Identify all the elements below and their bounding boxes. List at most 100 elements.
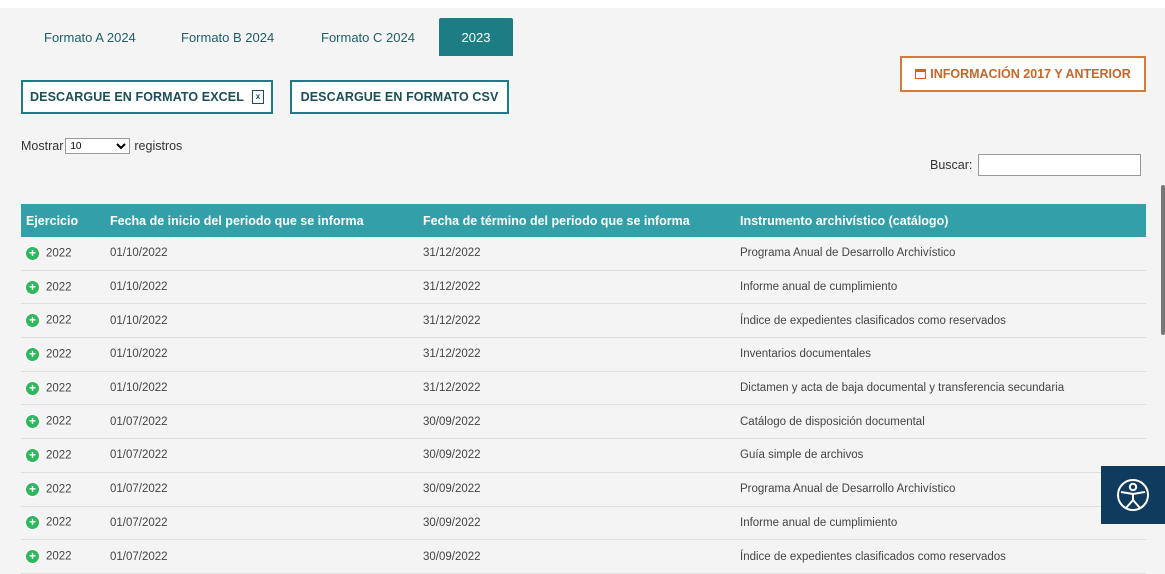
cell-fecha-inicio: 01/07/2022 [110, 404, 423, 440]
download-csv-button[interactable]: DESCARGUE EN FORMATO CSV [290, 80, 509, 114]
table-row[interactable]: +2022 01/10/2022 31/12/2022 Informe anual d… [21, 270, 1146, 305]
cell-instrumento: Guía simple de archivos [740, 438, 1146, 473]
table-row[interactable]: +2022 01/07/2022 30/09/2022 Informe anual d… [21, 506, 1146, 541]
header-fecha-inicio[interactable]: Fecha de inicio del periodo que se infor… [110, 204, 423, 237]
cell-text: 31/12/2022 [423, 314, 481, 327]
download-excel-label: DESCARGUE EN FORMATO EXCEL [30, 90, 244, 104]
expand-plus-icon[interactable]: + [26, 246, 39, 260]
cell-fecha-termino: 31/12/2022 [423, 270, 740, 305]
page-scrollbar[interactable] [1161, 185, 1165, 335]
cell-text: 01/07/2022 [110, 449, 168, 462]
cell-text: 31/12/2022 [423, 281, 481, 294]
expand-plus-icon[interactable]: + [26, 550, 39, 564]
cell-instrumento: Programa Anual de Desarrollo Archivístic… [740, 472, 1146, 507]
page-length-select[interactable]: 10 [65, 138, 131, 154]
expand-plus-icon[interactable]: + [26, 516, 39, 530]
cell-text: 30/09/2022 [423, 449, 481, 462]
table-row[interactable]: +2022 01/10/2022 31/12/2022 Índice de exped… [21, 303, 1146, 339]
search-control: Buscar: [930, 154, 1142, 176]
cell-text: 30/09/2022 [423, 415, 481, 428]
calendar-icon [915, 69, 927, 79]
cell-text: Dictamen y acta de baja documental y tra… [740, 382, 1065, 395]
table-row[interactable]: +2022 01/10/2022 31/12/2022 Inventarios doc… [21, 337, 1146, 372]
cell-fecha-inicio: 01/10/2022 [110, 371, 423, 406]
cell-text: 01/07/2022 [110, 516, 168, 529]
cell-text: 2022 [46, 247, 72, 260]
tab-2023[interactable]: 2023 [439, 18, 513, 56]
expand-plus-icon[interactable]: + [26, 347, 39, 361]
search-input[interactable] [978, 154, 1142, 176]
cell-text: 2022 [46, 449, 72, 462]
cell-text: Índice de expedientes clasificados como … [740, 550, 1006, 563]
cell-fecha-inicio: 01/07/2022 [110, 506, 423, 541]
cell-ejercicio: +2022 [21, 303, 110, 339]
cell-text: Inventarios documentales [740, 348, 872, 361]
expand-plus-icon[interactable]: + [26, 381, 39, 395]
tab-formato-a-2024[interactable]: Formato A 2024 [22, 18, 159, 56]
cell-text: Programa Anual de Desarrollo Archivístic… [740, 247, 956, 260]
cell-text: 30/09/2022 [423, 483, 481, 496]
cell-fecha-termino: 30/09/2022 [423, 506, 740, 541]
cell-ejercicio: +2022 [21, 337, 110, 372]
download-csv-label: DESCARGUE EN FORMATO CSV [300, 90, 499, 104]
cell-ejercicio: +2022 [21, 472, 110, 507]
table-row[interactable]: +2022 01/07/2022 30/09/2022 Catálogo de dis… [21, 404, 1146, 440]
table-row[interactable]: +2022 01/10/2022 31/12/2022 Programa Anual … [21, 237, 1146, 271]
expand-plus-icon[interactable]: + [26, 448, 39, 462]
cell-fecha-inicio: 01/10/2022 [110, 303, 423, 339]
records-table: Ejercicio Fecha de inicio del periodo qu… [21, 204, 1146, 574]
cell-text: 2022 [46, 415, 72, 428]
cell-text: 31/12/2022 [423, 247, 481, 260]
cell-ejercicio: +2022 [21, 539, 110, 574]
cell-text: Catálogo de disposición documental [740, 415, 925, 428]
cell-ejercicio: +2022 [21, 237, 110, 271]
cell-instrumento: Informe anual de cumplimiento [740, 506, 1146, 541]
header-fecha-termino[interactable]: Fecha de término del periodo que se info… [423, 204, 740, 237]
cell-text: 01/10/2022 [110, 247, 168, 260]
length-prefix: Mostrar [21, 139, 64, 153]
table-row[interactable]: +2022 01/07/2022 30/09/2022 Guía simple de … [21, 438, 1146, 473]
cell-fecha-inicio: 01/10/2022 [110, 237, 423, 271]
cell-fecha-termino: 30/09/2022 [423, 539, 740, 574]
cell-text: 01/10/2022 [110, 281, 168, 294]
cell-text: Guía simple de archivos [740, 449, 864, 462]
length-suffix: registros [134, 139, 183, 153]
table-header-row: Ejercicio Fecha de inicio del periodo qu… [21, 204, 1146, 237]
cell-text: 2022 [46, 314, 72, 327]
cell-fecha-termino: 30/09/2022 [423, 438, 740, 473]
cell-fecha-inicio: 01/07/2022 [110, 539, 423, 574]
header-ejercicio[interactable]: Ejercicio [21, 204, 110, 237]
accessibility-icon [1117, 479, 1149, 511]
cell-text: 2022 [46, 516, 72, 529]
table-row[interactable]: +2022 01/10/2022 31/12/2022 Dictamen y acta… [21, 371, 1146, 406]
tab-formato-b-2024[interactable]: Formato B 2024 [159, 18, 299, 56]
cell-text: Informe anual de cumplimiento [740, 516, 898, 529]
search-label: Buscar: [930, 158, 973, 172]
table-row[interactable]: +2022 01/07/2022 30/09/2022 Programa Anual … [21, 472, 1146, 507]
header-instrumento[interactable]: Instrumento archivístico (catálogo) [740, 204, 1146, 237]
accessibility-button[interactable] [1101, 466, 1165, 524]
expand-plus-icon[interactable]: + [26, 314, 39, 328]
table-row[interactable]: +2022 01/07/2022 30/09/2022 Índice de exped… [21, 539, 1146, 574]
tab-formato-c-2024[interactable]: Formato C 2024 [299, 18, 439, 56]
cell-text: 2022 [46, 281, 72, 294]
cell-text: 01/07/2022 [110, 415, 168, 428]
cell-text: 30/09/2022 [423, 550, 481, 563]
top-strip [0, 0, 1165, 8]
cell-instrumento: Informe anual de cumplimiento [740, 270, 1146, 305]
cell-text: 01/07/2022 [110, 483, 168, 496]
cell-fecha-inicio: 01/07/2022 [110, 472, 423, 507]
download-excel-button[interactable]: DESCARGUE EN FORMATO EXCEL x [21, 80, 273, 114]
cell-instrumento: Índice de expedientes clasificados como … [740, 539, 1146, 574]
cell-fecha-inicio: 01/10/2022 [110, 337, 423, 372]
cell-instrumento: Dictamen y acta de baja documental y tra… [740, 371, 1146, 406]
cell-text: 2022 [46, 550, 72, 563]
cell-ejercicio: +2022 [21, 404, 110, 440]
expand-plus-icon[interactable]: + [26, 482, 39, 496]
page-length-control: Mostrar 10 registros [21, 138, 182, 154]
cell-text: 2022 [46, 483, 72, 496]
expand-plus-icon[interactable]: + [26, 415, 39, 429]
cell-ejercicio: +2022 [21, 270, 110, 305]
expand-plus-icon[interactable]: + [26, 280, 39, 294]
info-2017-button[interactable]: INFORMACIÓN 2017 Y ANTERIOR [900, 56, 1146, 92]
